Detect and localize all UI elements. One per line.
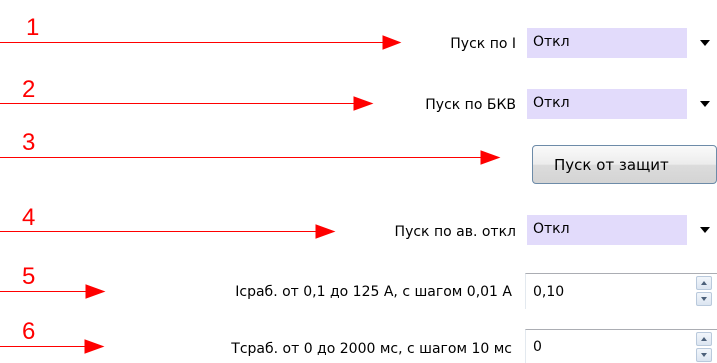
chevron-down-icon[interactable] (687, 89, 717, 119)
annotation-number-3: 3 (22, 129, 36, 156)
i-srab-spin-buttons[interactable] (696, 276, 714, 307)
annotation-number-6: 6 (22, 318, 36, 345)
spin-up-icon[interactable] (696, 332, 712, 346)
spin-up-icon[interactable] (696, 276, 712, 290)
annotation-number-4: 4 (22, 204, 36, 231)
pusk-po-bkv-value[interactable]: Откл (527, 89, 687, 119)
pusk-po-bkv-dropdown[interactable]: Откл (527, 89, 717, 119)
pusk-po-bkv-label: Пуск по БКВ (425, 97, 516, 113)
pusk-po-av-otkl-dropdown[interactable]: Откл (527, 215, 717, 245)
pusk-po-av-otkl-label: Пуск по ав. откл (394, 224, 516, 240)
i-srab-spinner[interactable] (525, 273, 717, 309)
spin-down-icon[interactable] (696, 292, 712, 306)
annotation-number-2: 2 (22, 76, 36, 103)
t-srab-input[interactable] (526, 330, 686, 363)
chevron-down-icon[interactable] (687, 28, 717, 58)
annotation-arrowhead-2 (353, 96, 374, 111)
annotation-arrowhead-4 (315, 224, 336, 239)
t-srab-label: Tсраб. от 0 до 2000 мс, с шагом 10 мс (231, 341, 512, 357)
i-srab-input[interactable] (526, 274, 686, 309)
annotation-arrowhead-1 (382, 35, 402, 50)
pusk-po-av-otkl-value[interactable]: Откл (527, 215, 687, 245)
annotation-arrowhead-6 (84, 339, 105, 354)
annotation-arrowhead-5 (85, 284, 106, 299)
pusk-ot-zashchit-button[interactable]: Пуск от защит (532, 145, 717, 184)
chevron-down-icon[interactable] (687, 215, 717, 245)
annotation-arrowhead-3 (480, 150, 501, 165)
annotation-number-5: 5 (22, 263, 36, 290)
i-srab-label: Iсраб. от 0,1 до 125 А, с шагом 0,01 А (235, 284, 512, 300)
spin-down-icon[interactable] (696, 348, 712, 362)
t-srab-spin-buttons[interactable] (696, 332, 714, 363)
pusk-po-i-label: Пуск по I (450, 36, 516, 52)
t-srab-spinner[interactable] (525, 329, 717, 363)
pusk-po-i-value[interactable]: Откл (527, 28, 687, 58)
annotation-number-1: 1 (26, 14, 40, 41)
pusk-po-i-dropdown[interactable]: Откл (527, 28, 717, 58)
